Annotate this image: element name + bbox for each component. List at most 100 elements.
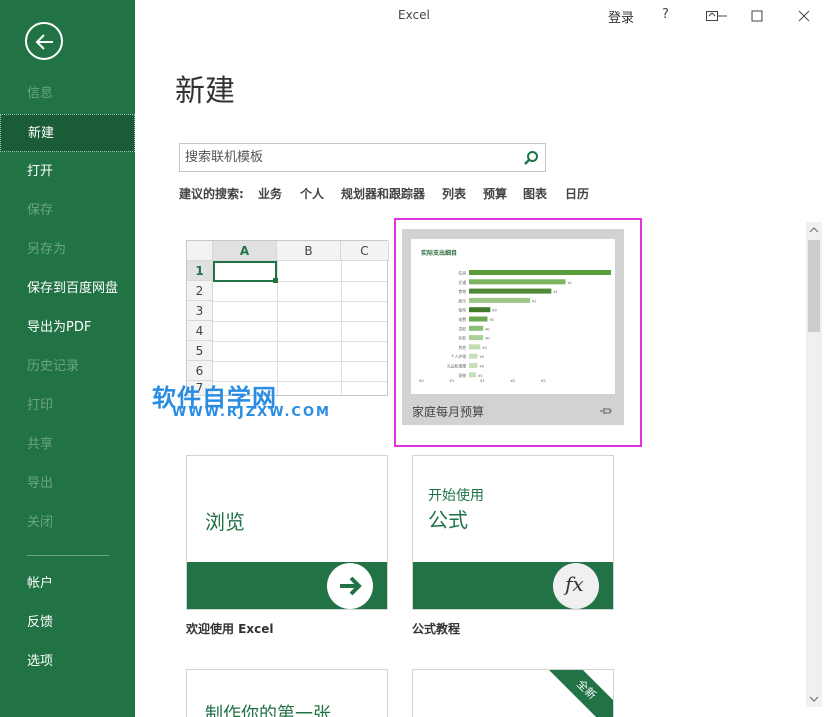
column-header: B xyxy=(277,241,341,261)
sidebar-item-new[interactable]: 新建 xyxy=(0,114,135,152)
category-label: 存款 xyxy=(458,336,466,341)
template-name: 家庭每月预算 xyxy=(412,403,484,420)
axis-tick-label: ¥2 xyxy=(511,378,516,383)
template-search-box xyxy=(179,143,546,172)
bar-value-label: ¥0 xyxy=(485,337,489,341)
category-label: 其他 xyxy=(458,345,466,350)
suggestion-link[interactable]: 列表 xyxy=(442,185,466,202)
budget-bar xyxy=(469,335,483,340)
sidebar-item-open[interactable]: 打开 xyxy=(0,153,135,191)
category-label: 电费 xyxy=(458,317,466,322)
column-header: A xyxy=(213,241,277,261)
sidebar-item-options[interactable]: 选项 xyxy=(0,643,135,681)
tile-subline: 开始使用 xyxy=(428,485,484,505)
sidebar-item-account[interactable]: 帐户 xyxy=(0,565,135,603)
gridline xyxy=(213,341,387,342)
backstage-sidebar: 信息 新建 打开 保存 另存为 保存到百度网盘 导出为PDF 历史记录 打印 共… xyxy=(0,0,135,717)
budget-bar xyxy=(469,289,551,294)
category-label: 娱乐 xyxy=(458,298,466,303)
axis-tick-label: ¥2 xyxy=(541,378,546,383)
budget-bar xyxy=(469,279,566,284)
title-bar: Excel 登录 ? xyxy=(135,0,827,32)
row-header: 3 xyxy=(187,301,213,321)
sidebar-item-history[interactable]: 历史记录 xyxy=(0,348,135,386)
template-tile[interactable]: 制作你的第一张 xyxy=(186,669,388,717)
gridline xyxy=(213,301,387,302)
budget-bar xyxy=(469,363,478,368)
minimize-button[interactable] xyxy=(702,5,732,27)
close-button[interactable] xyxy=(789,5,819,27)
bar-value-label: ¥1 xyxy=(568,281,572,285)
fx-circle: fx xyxy=(553,563,599,609)
page-title: 新建 xyxy=(175,66,235,110)
suggestion-link[interactable]: 规划器和跟踪器 xyxy=(341,185,425,202)
formula-tutorial-tile[interactable]: 开始使用 公式 fx xyxy=(412,455,614,610)
sidebar-item-export-pdf[interactable]: 导出为PDF xyxy=(0,309,135,347)
category-label: 保险 xyxy=(458,308,466,313)
tile-headline: 公式 xyxy=(428,504,468,533)
scroll-down-icon[interactable] xyxy=(806,691,822,707)
new-ribbon: 全新 xyxy=(546,669,614,717)
budget-bar xyxy=(469,326,483,331)
row-header: 4 xyxy=(187,321,213,341)
back-button[interactable] xyxy=(25,22,63,60)
bar-value-label: ¥0 xyxy=(480,355,484,359)
welcome-tour-tile[interactable]: 浏览 xyxy=(186,455,388,610)
budget-template-tile[interactable]: 实际支出细目 住房交通¥1食物¥1娱乐¥1保险¥0电费¥0贷款¥0存款¥0其他¥… xyxy=(402,229,624,425)
suggestion-link[interactable]: 个人 xyxy=(300,185,324,202)
sidebar-divider xyxy=(27,555,109,556)
arrow-circle xyxy=(327,563,373,609)
sidebar-item-share[interactable]: 共享 xyxy=(0,426,135,464)
category-label: 住房 xyxy=(458,271,466,276)
category-label: 宠物 xyxy=(458,373,466,378)
fill-handle xyxy=(273,278,278,283)
category-label: 个人护理 xyxy=(451,354,466,359)
bar-value-label: ¥1 xyxy=(532,299,536,303)
suggestion-link[interactable]: 预算 xyxy=(483,185,507,202)
signin-link[interactable]: 登录 xyxy=(608,7,634,26)
tile-caption: 欢迎使用 Excel xyxy=(186,620,273,637)
maximize-icon xyxy=(751,10,763,22)
bar-value-label: ¥0 xyxy=(485,327,489,331)
budget-bar xyxy=(469,344,480,349)
scroll-thumb[interactable] xyxy=(808,240,820,332)
bar-value-label: ¥0 xyxy=(489,318,493,322)
budget-preview-chart: 住房交通¥1食物¥1娱乐¥1保险¥0电费¥0贷款¥0存款¥0其他¥0个人护理¥0… xyxy=(411,239,615,394)
bar-value-label: ¥0 xyxy=(492,309,496,313)
suggestion-link[interactable]: 日历 xyxy=(565,185,589,202)
sidebar-item-export[interactable]: 导出 xyxy=(0,465,135,503)
suggestion-link[interactable]: 图表 xyxy=(523,185,547,202)
category-label: 礼品和捐赠 xyxy=(447,364,466,369)
watermark-url: WWW.RJZXW.COM xyxy=(172,405,331,420)
scroll-up-icon[interactable] xyxy=(806,222,822,238)
bar-value-label: ¥0 xyxy=(482,346,486,350)
vertical-scrollbar[interactable] xyxy=(806,222,822,707)
search-button[interactable] xyxy=(523,150,539,166)
sidebar-item-save-to-baidu[interactable]: 保存到百度网盘 xyxy=(0,270,135,308)
template-search-input[interactable] xyxy=(180,144,515,171)
suggestion-link[interactable]: 业务 xyxy=(258,185,282,202)
window-title: Excel xyxy=(398,8,430,22)
search-icon xyxy=(523,150,539,166)
category-label: 交通 xyxy=(458,280,466,285)
sidebar-item-print[interactable]: 打印 xyxy=(0,387,135,425)
bar-value-label: ¥1 xyxy=(553,290,557,294)
sidebar-item-feedback[interactable]: 反馈 xyxy=(0,604,135,642)
blank-workbook-thumbnail[interactable]: A B C 1 2 3 4 5 6 7 xyxy=(186,240,388,396)
pin-icon[interactable] xyxy=(600,406,612,416)
sidebar-item-save[interactable]: 保存 xyxy=(0,192,135,230)
row-header: 5 xyxy=(187,341,213,361)
sidebar-item-save-as[interactable]: 另存为 xyxy=(0,231,135,269)
sidebar-item-info[interactable]: 信息 xyxy=(0,75,135,113)
template-tile[interactable]: 全新 xyxy=(412,669,614,717)
tile-headline: 浏览 xyxy=(205,506,245,535)
maximize-button[interactable] xyxy=(742,5,772,27)
help-button[interactable]: ? xyxy=(662,7,669,22)
gridline xyxy=(213,321,387,322)
axis-tick-label: ¥0 xyxy=(419,378,424,383)
budget-bar xyxy=(469,354,478,359)
budget-bar xyxy=(469,270,611,275)
back-arrow-icon xyxy=(33,30,57,54)
column-header: C xyxy=(341,241,389,261)
sidebar-item-close[interactable]: 关闭 xyxy=(0,504,135,542)
